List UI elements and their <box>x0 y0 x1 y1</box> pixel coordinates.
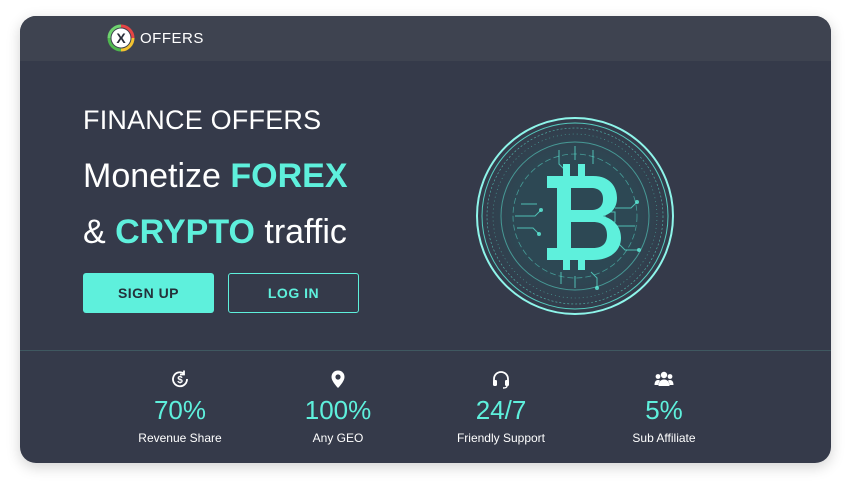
stat-label: Any GEO <box>312 431 364 445</box>
stat-value: 24/7 <box>475 395 527 425</box>
headline-accent-forex: FOREX <box>230 157 348 195</box>
hero-section: FINANCE OFFERS Monetize FOREX & CRYPTO t… <box>20 61 831 351</box>
headset-icon <box>491 369 511 389</box>
logo-text: OFFERS <box>140 29 204 47</box>
brand-logo[interactable]: X OFFERS <box>107 22 204 54</box>
sign-up-button[interactable]: SIGN UP <box>83 273 214 313</box>
svg-text:$: $ <box>177 375 183 386</box>
users-icon <box>654 369 674 389</box>
top-bar: X OFFERS <box>20 16 831 61</box>
stat-label: Sub Affiliate <box>632 431 696 445</box>
stat-value: 70% <box>153 395 207 425</box>
hero-headline-line-2: & CRYPTO traffic <box>83 213 347 252</box>
logo-mark-letter: X <box>116 30 126 46</box>
headline-prefix: Monetize <box>83 157 231 195</box>
stat-any-geo: 100% Any GEO <box>253 351 423 463</box>
headline-accent-crypto: CRYPTO <box>115 213 255 251</box>
logo-mark-icon: X <box>107 24 135 52</box>
stat-value: 5% <box>645 395 683 425</box>
stats-row: $ 70% Revenue Share 100% Any GEO 24/7 Fr… <box>20 351 831 463</box>
stat-revenue-share: $ 70% Revenue Share <box>95 351 265 463</box>
log-in-button[interactable]: LOG IN <box>228 273 359 313</box>
stat-label: Revenue Share <box>138 431 222 445</box>
stat-value: 100% <box>304 395 372 425</box>
headline-suffix: traffic <box>254 213 347 251</box>
location-pin-icon <box>328 369 348 389</box>
stat-friendly-support: 24/7 Friendly Support <box>416 351 586 463</box>
bitcoin-icon <box>475 116 675 316</box>
hero-kicker: FINANCE OFFERS <box>83 105 322 135</box>
headline-prefix-2: & <box>83 213 116 251</box>
hero-headline-line-1: Monetize FOREX <box>83 157 348 196</box>
main-card: X OFFERS FINANCE OFFERS Monetize FOREX &… <box>20 16 831 463</box>
dollar-cycle-icon: $ <box>170 369 190 389</box>
stat-label: Friendly Support <box>456 431 546 445</box>
stat-sub-affiliate: 5% Sub Affiliate <box>579 351 749 463</box>
